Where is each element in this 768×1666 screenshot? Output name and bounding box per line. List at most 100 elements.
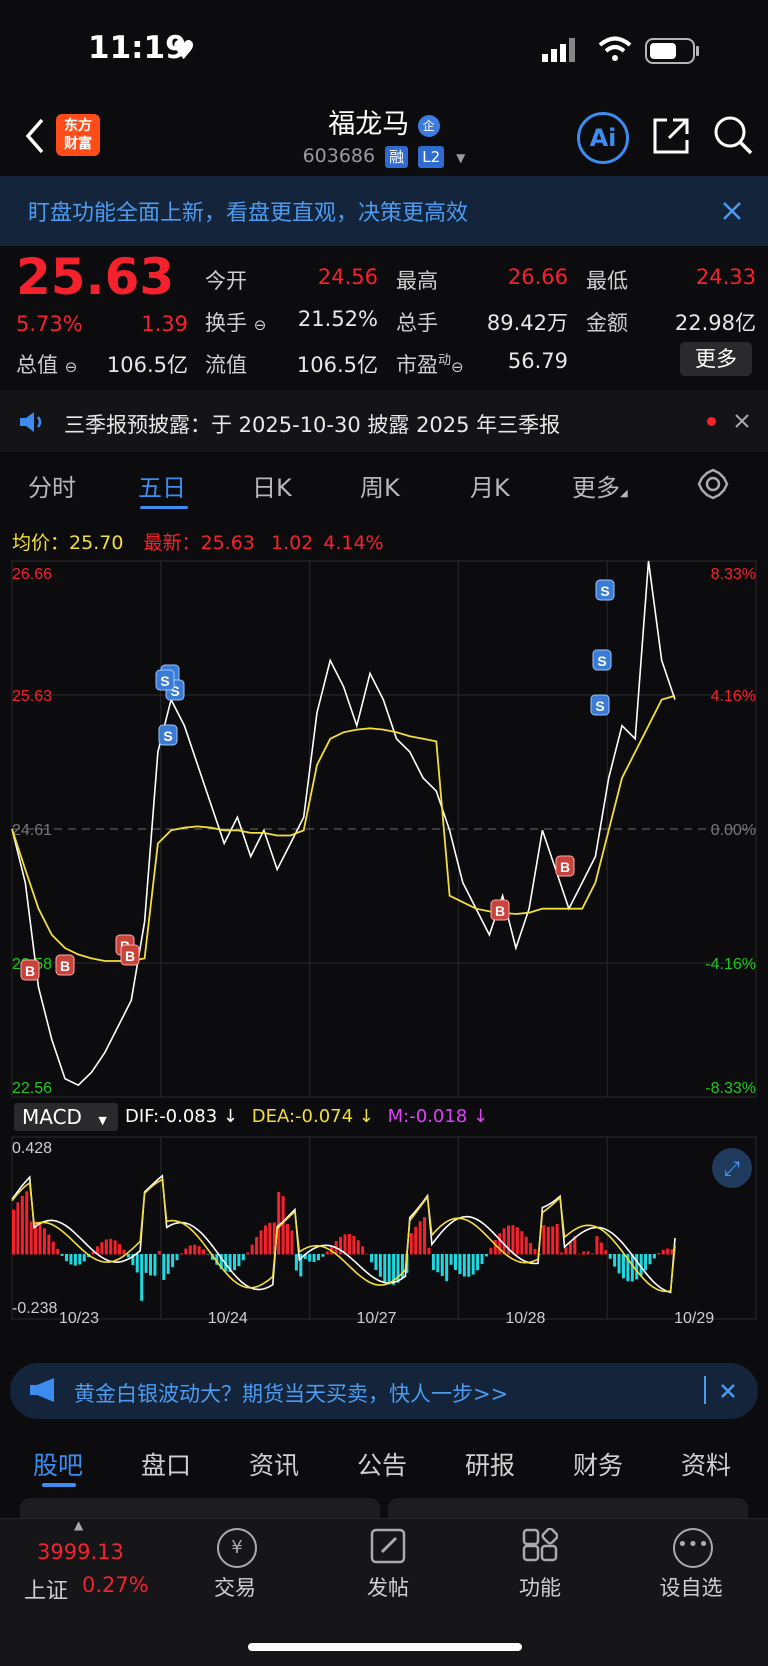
index-chevron-up-icon: ▲ xyxy=(74,1518,84,1532)
function-icon[interactable] xyxy=(522,1528,558,1564)
macd-histogram-bar xyxy=(471,1253,475,1275)
level2-badge: L2 xyxy=(418,146,445,168)
change-percent: 5.73% xyxy=(16,312,83,336)
tab-research[interactable]: 研报 xyxy=(465,1446,515,1482)
margin-badge: 融 xyxy=(385,146,409,168)
macd-histogram-bar xyxy=(104,1239,108,1255)
tab-profile[interactable]: 资料 xyxy=(681,1446,731,1482)
macd-histogram-bar xyxy=(312,1253,316,1262)
macd-histogram-bar xyxy=(555,1223,559,1255)
close-icon[interactable] xyxy=(720,1383,736,1399)
tab-pankou[interactable]: 盘口 xyxy=(141,1446,191,1482)
tab-weekly-k[interactable]: 周K xyxy=(360,468,400,503)
search-icon[interactable] xyxy=(712,114,754,156)
tabbar-watchlist[interactable]: 设自选 xyxy=(631,1572,751,1602)
macd-histogram-bar xyxy=(38,1223,42,1255)
unread-dot xyxy=(707,417,716,426)
macd-histogram-bar xyxy=(259,1230,263,1255)
macd-histogram-bar xyxy=(246,1252,250,1255)
index-name[interactable]: 上证 xyxy=(24,1573,68,1605)
expand-button[interactable]: ⤢ xyxy=(712,1148,752,1188)
macd-histogram-bar xyxy=(467,1253,471,1277)
macd-chart[interactable]: 0.428-0.23810/23 10/24 10/27 10/28 10/29 xyxy=(0,1135,768,1327)
y-tick-label-right: 0.00% xyxy=(711,822,756,839)
macd-histogram-bar xyxy=(109,1238,113,1255)
tab-announcements[interactable]: 公告 xyxy=(357,1446,407,1482)
tabbar-function[interactable]: 功能 xyxy=(480,1572,600,1602)
macd-histogram-bar xyxy=(427,1247,431,1255)
macd-histogram-bar xyxy=(321,1253,325,1257)
y-tick-label-right: -8.33% xyxy=(705,1080,756,1097)
ai-button[interactable]: Ai xyxy=(577,112,629,164)
home-indicator xyxy=(248,1643,522,1651)
macd-histogram-bar xyxy=(564,1247,568,1255)
macd-histogram-bar xyxy=(175,1253,179,1261)
index-percent[interactable]: 0.27% xyxy=(82,1573,149,1597)
macd-histogram-bar xyxy=(374,1253,378,1271)
y-tick-label-left: 24.61 xyxy=(12,822,52,839)
trade-marker-label: S xyxy=(595,698,604,714)
macd-histogram-bar xyxy=(73,1253,77,1266)
macd-histogram-bar xyxy=(648,1253,652,1265)
tab-daily-k[interactable]: 日K xyxy=(252,468,292,503)
y-tick-label-left: 26.66 xyxy=(12,566,52,583)
macd-histogram-bar xyxy=(378,1253,382,1277)
price-chart[interactable]: 26.668.33%25.634.16%24.610.00%23.58-4.16… xyxy=(0,555,768,1100)
more-button[interactable]: 更多 xyxy=(680,342,752,376)
macd-histogram-bar xyxy=(286,1223,290,1255)
macd-histogram-bar xyxy=(560,1252,564,1255)
macd-histogram-bar xyxy=(502,1228,506,1255)
tab-guba[interactable]: 股吧 xyxy=(33,1446,83,1482)
macd-histogram-bar xyxy=(476,1253,480,1271)
macd-histogram-bar xyxy=(206,1253,210,1255)
macd-histogram-bar xyxy=(365,1253,369,1255)
trade-marker-label: B xyxy=(25,963,35,979)
tab-news[interactable]: 资讯 xyxy=(249,1446,299,1482)
macd-tick-bottom: -0.238 xyxy=(12,1300,57,1317)
y-tick-label-left: 22.56 xyxy=(12,1080,52,1097)
tab-monthly-k[interactable]: 月K xyxy=(470,468,510,503)
macd-histogram-bar xyxy=(25,1191,29,1255)
macd-histogram-bar xyxy=(458,1253,462,1275)
pe-value: 56.79 xyxy=(507,349,568,373)
close-icon[interactable] xyxy=(734,413,750,429)
speaker-icon xyxy=(20,412,42,432)
trade-marker-label: B xyxy=(560,859,570,875)
tab-intraday[interactable]: 分时 xyxy=(28,468,76,503)
macd-histogram-bar xyxy=(511,1225,515,1255)
tab-finance[interactable]: 财务 xyxy=(573,1446,623,1482)
close-icon[interactable] xyxy=(722,201,742,221)
low-label: 最低 xyxy=(586,269,628,293)
macd-histogram-bar xyxy=(56,1248,60,1255)
macd-histogram-bar xyxy=(277,1191,281,1255)
high-value: 26.66 xyxy=(507,265,568,289)
macd-selector[interactable]: MACD ▼ xyxy=(14,1103,118,1131)
avg-price-line xyxy=(11,694,676,962)
tab-five-day[interactable]: 五日 xyxy=(138,468,186,503)
tabbar-post[interactable]: 发帖 xyxy=(328,1572,448,1602)
triangle-icon: ◢ xyxy=(620,488,628,499)
macd-histogram-bar xyxy=(233,1253,236,1271)
trade-marker-label: B xyxy=(125,948,135,964)
index-value[interactable]: 3999.13 xyxy=(37,1540,124,1564)
tabbar-trade[interactable]: 交易 xyxy=(175,1572,295,1602)
macd-histogram-bar xyxy=(436,1253,440,1273)
macd-histogram-bar xyxy=(657,1253,661,1255)
macd-histogram-bar xyxy=(316,1253,320,1261)
trade-icon[interactable]: ¥ xyxy=(217,1528,257,1568)
share-icon[interactable] xyxy=(651,116,691,156)
macd-histogram-bar xyxy=(78,1253,82,1265)
macd-histogram-bar xyxy=(290,1230,294,1255)
post-icon[interactable] xyxy=(370,1528,406,1564)
settings-icon[interactable] xyxy=(697,468,729,500)
tab-more[interactable]: 更多◢ xyxy=(572,468,628,503)
macd-histogram-bar xyxy=(449,1253,453,1265)
promo-divider xyxy=(704,1376,706,1404)
macd-histogram-bar xyxy=(613,1253,617,1267)
dif-line xyxy=(11,1174,676,1294)
macd-histogram-bar xyxy=(347,1234,351,1255)
battery-icon xyxy=(645,38,699,64)
watchlist-icon[interactable]: ••• xyxy=(673,1528,713,1568)
info-icon: ⊖ xyxy=(64,358,78,376)
macd-histogram-bar xyxy=(162,1253,166,1280)
